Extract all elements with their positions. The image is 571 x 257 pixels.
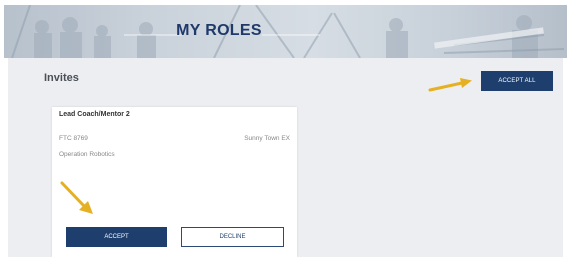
invites-heading: Invites (44, 72, 79, 84)
accept-button[interactable]: ACCEPT (66, 227, 167, 247)
invite-team-location: Sunny Town EX (244, 135, 290, 142)
decline-button[interactable]: DECLINE (181, 227, 284, 247)
accept-all-button[interactable]: ACCEPT ALL (481, 71, 553, 91)
invite-team-name: Operation Robotics (59, 151, 115, 158)
arrow-down-right-icon (60, 181, 93, 214)
header-banner: MY ROLES (4, 5, 567, 58)
page-title: MY ROLES (176, 22, 262, 39)
invite-team-number: FTC 8769 (59, 135, 88, 142)
page: MY ROLES Invites ACCEPT ALL Lead Coach/M… (0, 0, 571, 257)
invite-role-title: Lead Coach/Mentor 2 (59, 111, 130, 118)
arrow-right-icon (428, 78, 472, 92)
